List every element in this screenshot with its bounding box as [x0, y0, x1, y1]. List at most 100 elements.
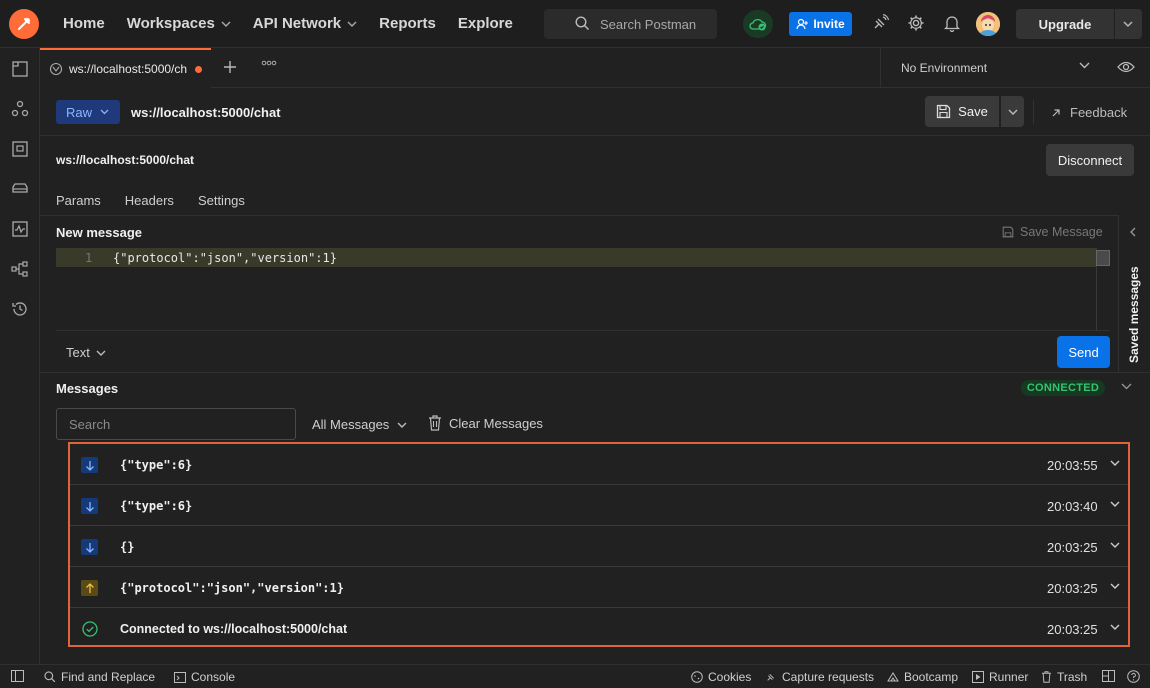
request-type-selector[interactable]: Raw — [56, 100, 120, 124]
divider — [40, 372, 1150, 373]
message-row[interactable]: Connected to ws://localhost:5000/chat 20… — [70, 608, 1128, 649]
message-row[interactable]: {"type":6} 20:03:40 — [70, 485, 1128, 526]
trash-button[interactable]: Trash — [1041, 670, 1087, 684]
help-icon[interactable] — [1127, 670, 1140, 683]
divider — [1033, 100, 1034, 124]
trash-icon — [1041, 671, 1052, 683]
chevron-down-icon[interactable] — [1123, 21, 1133, 27]
plus-icon[interactable] — [223, 60, 237, 74]
arrow-down-icon — [81, 457, 98, 473]
bootcamp-button[interactable]: Bootcamp — [887, 670, 958, 684]
connection-url[interactable]: ws://localhost:5000/chat — [56, 153, 194, 167]
status-bar: Find and Replace Console Cookies Capture… — [0, 664, 1150, 688]
nav-home[interactable]: Home — [52, 0, 116, 48]
avatar[interactable] — [976, 12, 1000, 36]
gear-icon[interactable] — [907, 14, 925, 32]
environment-selector[interactable]: No Environment — [880, 48, 1150, 88]
request-type-label: Raw — [66, 104, 93, 120]
console-button[interactable]: Console — [174, 670, 235, 684]
save-button[interactable]: Save — [925, 96, 999, 127]
tab-bar: ws://localhost:5000/ch No Environment — [40, 48, 1150, 88]
chevron-down-icon[interactable] — [1110, 583, 1120, 589]
sidebar-toggle-icon[interactable] — [11, 670, 24, 682]
feedback-label: Feedback — [1070, 105, 1128, 120]
request-header: Raw ws://localhost:5000/chat Save Feedba… — [40, 88, 1150, 136]
chevron-down-icon — [1079, 62, 1090, 69]
cookies-button[interactable]: Cookies — [691, 670, 751, 684]
send-button[interactable]: Send — [1057, 336, 1110, 368]
nav-explore[interactable]: Explore — [447, 0, 524, 48]
tab-websocket-request[interactable]: ws://localhost:5000/ch — [40, 48, 211, 88]
monitors-icon[interactable] — [11, 220, 29, 238]
message-format-selector[interactable]: Text — [66, 345, 106, 360]
search-placeholder: Search Postman — [600, 16, 697, 32]
tab-params[interactable]: Params — [56, 193, 101, 208]
save-icon — [1002, 226, 1014, 238]
apis-icon[interactable] — [11, 100, 29, 118]
chevron-down-icon[interactable] — [1110, 460, 1120, 466]
message-editor[interactable]: 1 {"protocol":"json","version":1} — [56, 248, 1110, 331]
environments-icon[interactable] — [11, 140, 29, 158]
save-options-button[interactable] — [1001, 96, 1024, 127]
top-navigation-bar: Home Workspaces API Network Reports Expl… — [0, 0, 1150, 48]
message-time: 20:03:25 — [1047, 581, 1098, 596]
layout-toggle-icon[interactable] — [1102, 670, 1115, 682]
editor-scrollbar[interactable] — [1096, 250, 1110, 266]
bell-icon[interactable] — [944, 14, 960, 32]
clear-messages-button[interactable]: Clear Messages — [428, 415, 543, 431]
find-replace-label: Find and Replace — [61, 670, 156, 684]
messages-title: Messages — [56, 381, 119, 396]
flows-icon[interactable] — [11, 260, 29, 278]
message-row[interactable]: {"type":6} 20:03:55 — [70, 444, 1128, 485]
eye-icon[interactable] — [1117, 60, 1135, 74]
trash-label: Trash — [1057, 670, 1088, 684]
more-icon[interactable] — [261, 60, 277, 66]
global-search[interactable]: Search Postman — [544, 9, 717, 39]
invite-button[interactable]: Invite — [789, 12, 852, 36]
mock-servers-icon[interactable] — [11, 180, 29, 198]
history-icon[interactable] — [11, 300, 29, 318]
messages-filter-dropdown[interactable]: All Messages — [312, 417, 407, 432]
message-time: 20:03:25 — [1047, 540, 1098, 555]
chevron-down-icon[interactable] — [1110, 501, 1120, 507]
collections-icon[interactable] — [11, 60, 29, 78]
chevron-left-icon[interactable] — [1130, 227, 1136, 237]
cloud-sync-icon[interactable] — [743, 10, 773, 38]
message-row[interactable]: {"protocol":"json","version":1} 20:03:25 — [70, 567, 1128, 608]
nav-api-network[interactable]: API Network — [242, 0, 368, 48]
postman-logo-icon[interactable] — [9, 8, 39, 39]
nav-api-network-label: API Network — [252, 15, 342, 32]
unsaved-indicator — [195, 65, 203, 73]
upgrade-button[interactable]: Upgrade — [1016, 9, 1142, 39]
message-body: {} — [120, 540, 135, 554]
disconnect-button[interactable]: Disconnect — [1046, 144, 1134, 176]
save-message-button[interactable]: Save Message — [1002, 225, 1103, 239]
runner-button[interactable]: Runner — [972, 670, 1028, 684]
satellite-icon[interactable] — [871, 14, 889, 32]
message-row[interactable]: {} 20:03:25 — [70, 526, 1128, 567]
save-message-label: Save Message — [1020, 225, 1103, 239]
chevron-down-icon[interactable] — [1110, 624, 1120, 630]
nav-explore-label: Explore — [457, 15, 513, 32]
request-title[interactable]: ws://localhost:5000/chat — [131, 105, 281, 120]
nav-workspaces[interactable]: Workspaces — [116, 0, 242, 48]
messages-filter-label: All Messages — [312, 417, 390, 432]
runner-label: Runner — [989, 670, 1029, 684]
satellite-icon — [765, 671, 777, 683]
chevron-down-icon — [100, 109, 109, 115]
messages-search-input[interactable] — [56, 408, 296, 440]
editor-code[interactable]: {"protocol":"json","version":1} — [113, 251, 337, 265]
find-replace-button[interactable]: Find and Replace — [44, 670, 155, 684]
clear-messages-label: Clear Messages — [449, 415, 543, 431]
nav-reports[interactable]: Reports — [368, 0, 447, 48]
capture-requests-label: Capture requests — [782, 670, 875, 684]
chevron-down-icon[interactable] — [1110, 542, 1120, 548]
divider — [40, 215, 1118, 216]
tab-headers[interactable]: Headers — [125, 193, 174, 208]
tab-settings[interactable]: Settings — [198, 193, 245, 208]
chevron-down-icon[interactable] — [1121, 383, 1132, 390]
saved-messages-panel-toggle[interactable]: Saved messages — [1118, 215, 1150, 372]
capture-requests-button[interactable]: Capture requests — [765, 670, 874, 684]
feedback-link[interactable]: Feedback — [1051, 105, 1127, 120]
message-time: 20:03:40 — [1047, 499, 1098, 514]
